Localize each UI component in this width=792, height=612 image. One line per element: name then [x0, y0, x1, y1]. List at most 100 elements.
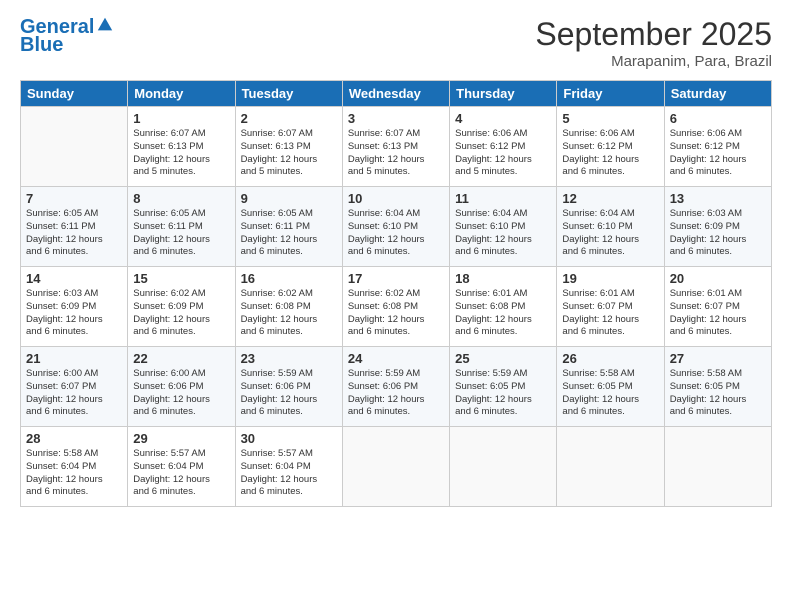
calendar-cell: 27 Sunrise: 5:58 AM Sunset: 6:05 PM Dayli… [664, 347, 771, 427]
calendar-cell: 12 Sunrise: 6:04 AM Sunset: 6:10 PM Dayli… [557, 187, 664, 267]
cell-info: Sunrise: 6:03 AM Sunset: 6:09 PM Dayligh… [26, 288, 122, 339]
day-number: 25 [455, 351, 551, 366]
calendar-cell: 18Sunrise: 6:01 AM Sunset: 6:08 PM Dayli… [450, 267, 557, 347]
calendar-cell: 9Sunrise: 6:05 AM Sunset: 6:11 PM Daylig… [235, 187, 342, 267]
col-sunday: Sunday [21, 81, 128, 107]
cell-info: Sunrise: 5:59 AM Sunset: 6:06 PM Dayligh… [241, 368, 337, 419]
col-thursday: Thursday [450, 81, 557, 107]
calendar-cell: 2Sunrise: 6:07 AM Sunset: 6:13 PM Daylig… [235, 107, 342, 187]
col-saturday: Saturday [664, 81, 771, 107]
day-number: 14 [26, 271, 122, 286]
location-subtitle: Marapanim, Para, Brazil [535, 53, 772, 70]
calendar-cell [21, 107, 128, 187]
cell-info: Sunrise: 5:57 AM Sunset: 6:04 PM Dayligh… [133, 448, 229, 499]
cell-info: Sunrise: 6:04 AM Sunset: 6:10 PM Dayligh… [562, 208, 658, 259]
day-number: 7 [26, 191, 122, 206]
calendar-cell [664, 427, 771, 507]
day-number: 4 [455, 111, 551, 126]
cell-info: Sunrise: 5:57 AM Sunset: 6:04 PM Dayligh… [241, 448, 337, 499]
day-number: 1 [133, 111, 229, 126]
cell-info: Sunrise: 6:06 AM Sunset: 6:12 PM Dayligh… [455, 128, 551, 179]
day-number: 28 [26, 431, 122, 446]
cell-info: Sunrise: 6:01 AM Sunset: 6:08 PM Dayligh… [455, 288, 551, 339]
cell-info: Sunrise: 6:06 AM Sunset: 6:12 PM Dayligh… [562, 128, 658, 179]
day-number: 16 [241, 271, 337, 286]
calendar-cell: 5 Sunrise: 6:06 AM Sunset: 6:12 PM Daylig… [557, 107, 664, 187]
cell-info: Sunrise: 6:07 AM Sunset: 6:13 PM Dayligh… [133, 128, 229, 179]
day-number: 20 [670, 271, 766, 286]
cell-info: Sunrise: 6:01 AM Sunset: 6:07 PM Dayligh… [670, 288, 766, 339]
col-monday: Monday [128, 81, 235, 107]
calendar-cell: 26Sunrise: 5:58 AM Sunset: 6:05 PM Dayli… [557, 347, 664, 427]
calendar-cell: 20 Sunrise: 6:01 AM Sunset: 6:07 PM Dayli… [664, 267, 771, 347]
day-number: 5 [562, 111, 658, 126]
page: General Blue September 2025 Marapanim, P… [0, 0, 792, 612]
calendar-cell: 22 Sunrise: 6:00 AM Sunset: 6:06 PM Dayli… [128, 347, 235, 427]
day-number: 22 [133, 351, 229, 366]
calendar-cell: 16 Sunrise: 6:02 AM Sunset: 6:08 PM Dayli… [235, 267, 342, 347]
calendar-cell: 24 Sunrise: 5:59 AM Sunset: 6:06 PM Dayli… [342, 347, 449, 427]
day-number: 26 [562, 351, 658, 366]
calendar-cell: 8Sunrise: 6:05 AM Sunset: 6:11 PM Daylig… [128, 187, 235, 267]
cell-info: Sunrise: 6:03 AM Sunset: 6:09 PM Dayligh… [670, 208, 766, 259]
calendar-cell: 11 Sunrise: 6:04 AM Sunset: 6:10 PM Dayli… [450, 187, 557, 267]
calendar-cell: 10 Sunrise: 6:04 AM Sunset: 6:10 PM Dayli… [342, 187, 449, 267]
day-number: 11 [455, 191, 551, 206]
calendar-week-4: 28 Sunrise: 5:58 AM Sunset: 6:04 PM Dayli… [21, 427, 772, 507]
cell-info: Sunrise: 6:04 AM Sunset: 6:10 PM Dayligh… [455, 208, 551, 259]
calendar-week-1: 7 Sunrise: 6:05 AM Sunset: 6:11 PM Daylig… [21, 187, 772, 267]
cell-info: Sunrise: 5:59 AM Sunset: 6:05 PM Dayligh… [455, 368, 551, 419]
day-number: 29 [133, 431, 229, 446]
calendar-cell: 15 Sunrise: 6:02 AM Sunset: 6:09 PM Dayli… [128, 267, 235, 347]
calendar-cell: 3 Sunrise: 6:07 AM Sunset: 6:13 PM Daylig… [342, 107, 449, 187]
day-number: 27 [670, 351, 766, 366]
day-number: 6 [670, 111, 766, 126]
calendar-cell: 7 Sunrise: 6:05 AM Sunset: 6:11 PM Daylig… [21, 187, 128, 267]
day-number: 3 [348, 111, 444, 126]
header: General Blue September 2025 Marapanim, P… [20, 16, 772, 70]
day-number: 12 [562, 191, 658, 206]
col-wednesday: Wednesday [342, 81, 449, 107]
cell-info: Sunrise: 6:05 AM Sunset: 6:11 PM Dayligh… [241, 208, 337, 259]
calendar-cell: 1 Sunrise: 6:07 AM Sunset: 6:13 PM Daylig… [128, 107, 235, 187]
cell-info: Sunrise: 6:00 AM Sunset: 6:07 PM Dayligh… [26, 368, 122, 419]
calendar-cell: 14 Sunrise: 6:03 AM Sunset: 6:09 PM Dayli… [21, 267, 128, 347]
col-friday: Friday [557, 81, 664, 107]
cell-info: Sunrise: 6:02 AM Sunset: 6:08 PM Dayligh… [348, 288, 444, 339]
cell-info: Sunrise: 6:06 AM Sunset: 6:12 PM Dayligh… [670, 128, 766, 179]
cell-info: Sunrise: 5:59 AM Sunset: 6:06 PM Dayligh… [348, 368, 444, 419]
calendar-cell [450, 427, 557, 507]
cell-info: Sunrise: 6:00 AM Sunset: 6:06 PM Dayligh… [133, 368, 229, 419]
title-block: September 2025 Marapanim, Para, Brazil [535, 16, 772, 70]
day-number: 17 [348, 271, 444, 286]
calendar-cell: 6 Sunrise: 6:06 AM Sunset: 6:12 PM Daylig… [664, 107, 771, 187]
calendar-cell: 29 Sunrise: 5:57 AM Sunset: 6:04 PM Dayli… [128, 427, 235, 507]
calendar-cell: 19Sunrise: 6:01 AM Sunset: 6:07 PM Dayli… [557, 267, 664, 347]
cell-info: Sunrise: 6:07 AM Sunset: 6:13 PM Dayligh… [348, 128, 444, 179]
cell-info: Sunrise: 5:58 AM Sunset: 6:05 PM Dayligh… [670, 368, 766, 419]
cell-info: Sunrise: 6:02 AM Sunset: 6:09 PM Dayligh… [133, 288, 229, 339]
cell-info: Sunrise: 6:01 AM Sunset: 6:07 PM Dayligh… [562, 288, 658, 339]
day-number: 21 [26, 351, 122, 366]
day-number: 15 [133, 271, 229, 286]
calendar-cell: 25 Sunrise: 5:59 AM Sunset: 6:05 PM Dayli… [450, 347, 557, 427]
calendar-cell: 17 Sunrise: 6:02 AM Sunset: 6:08 PM Dayli… [342, 267, 449, 347]
cell-info: Sunrise: 6:04 AM Sunset: 6:10 PM Dayligh… [348, 208, 444, 259]
calendar-week-0: 1 Sunrise: 6:07 AM Sunset: 6:13 PM Daylig… [21, 107, 772, 187]
day-number: 10 [348, 191, 444, 206]
logo: General Blue [20, 16, 114, 57]
calendar-cell: 28 Sunrise: 5:58 AM Sunset: 6:04 PM Dayli… [21, 427, 128, 507]
cell-info: Sunrise: 6:05 AM Sunset: 6:11 PM Dayligh… [133, 208, 229, 259]
logo-icon [96, 16, 114, 34]
cell-info: Sunrise: 6:02 AM Sunset: 6:08 PM Dayligh… [241, 288, 337, 339]
month-title: September 2025 [535, 16, 772, 53]
day-number: 30 [241, 431, 337, 446]
cell-info: Sunrise: 5:58 AM Sunset: 6:04 PM Dayligh… [26, 448, 122, 499]
day-number: 24 [348, 351, 444, 366]
cell-info: Sunrise: 6:05 AM Sunset: 6:11 PM Dayligh… [26, 208, 122, 259]
cell-info: Sunrise: 6:07 AM Sunset: 6:13 PM Dayligh… [241, 128, 337, 179]
calendar-week-3: 21 Sunrise: 6:00 AM Sunset: 6:07 PM Dayli… [21, 347, 772, 427]
calendar-cell [342, 427, 449, 507]
calendar-header-row: Sunday Monday Tuesday Wednesday Thursday… [21, 81, 772, 107]
day-number: 13 [670, 191, 766, 206]
